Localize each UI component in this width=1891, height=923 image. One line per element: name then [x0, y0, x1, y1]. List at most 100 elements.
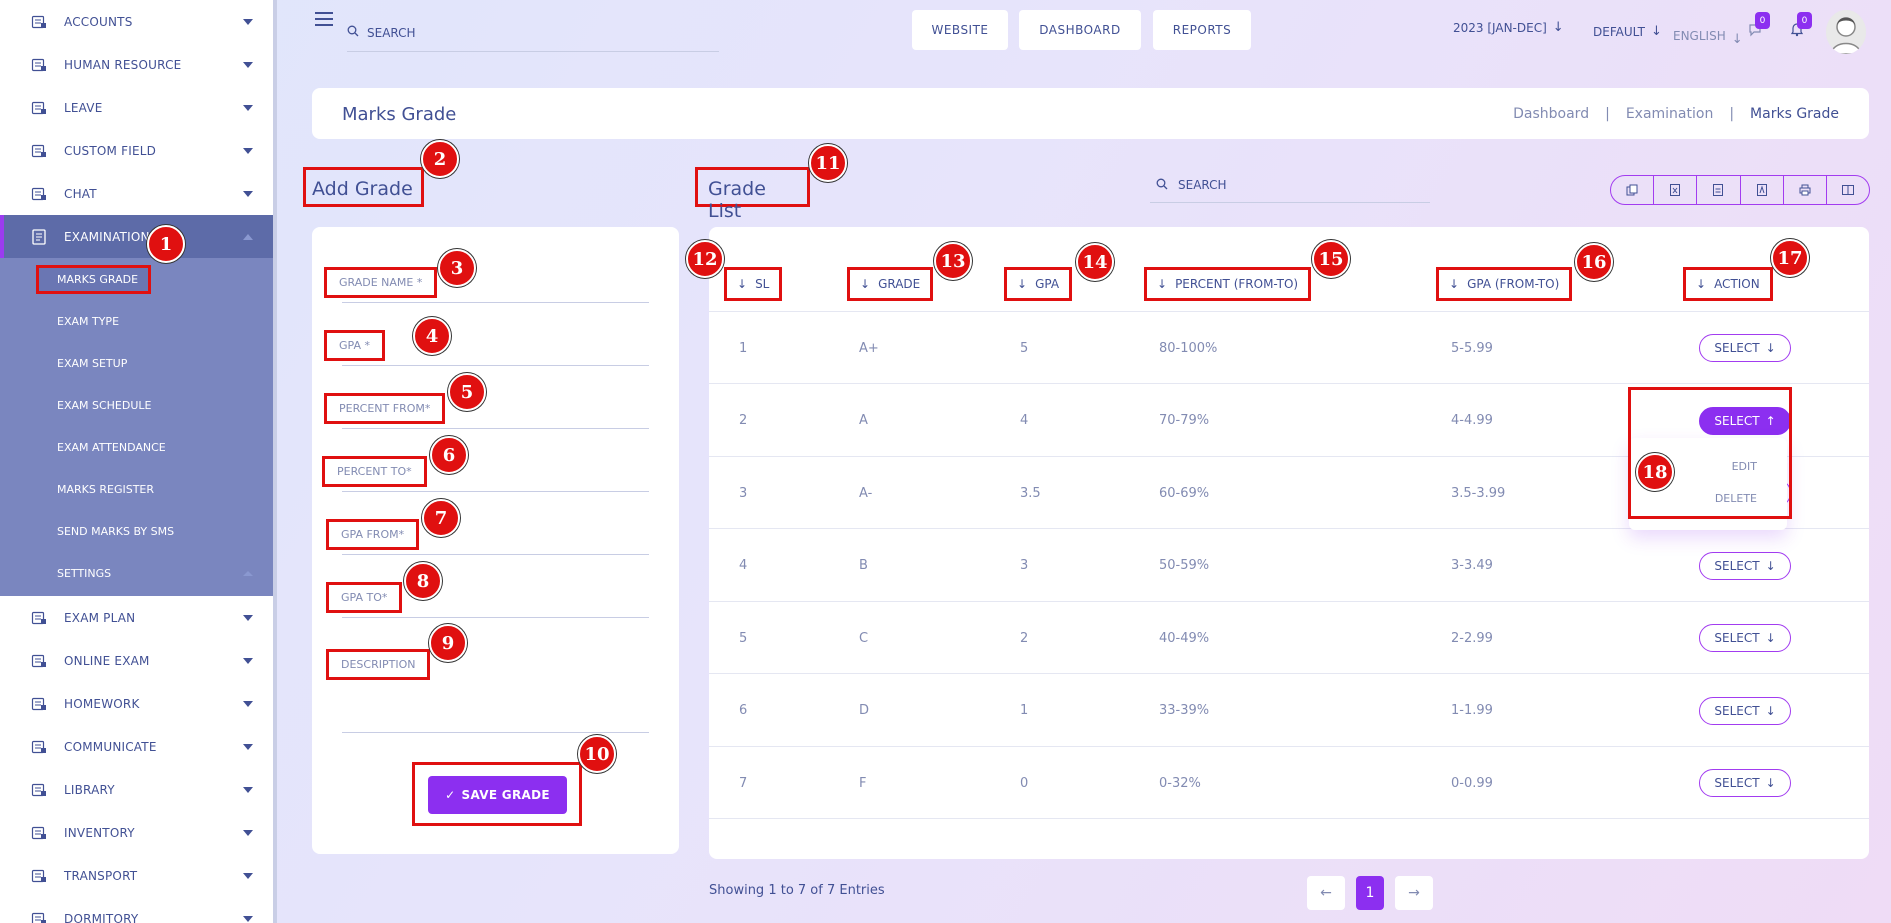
select-action-button[interactable]: SELECT ↓: [1699, 624, 1791, 652]
sidebar-item-library[interactable]: LIBRARY: [0, 768, 273, 811]
annotation-marker: 13: [934, 242, 972, 280]
column-gpa[interactable]: ↓ GPA: [1004, 267, 1073, 301]
reports-button[interactable]: REPORTS: [1153, 10, 1251, 50]
select-action-button[interactable]: SELECT ↓: [1699, 551, 1791, 580]
sidebar-item-dormitory[interactable]: DORMITORY: [0, 897, 273, 923]
breadcrumb-current: Marks Grade: [1750, 106, 1839, 122]
pdf-icon[interactable]: [1741, 176, 1784, 204]
prev-page-button[interactable]: ←: [1307, 876, 1345, 910]
select-action-button[interactable]: SELECT ↓: [1699, 696, 1791, 725]
next-page-button[interactable]: →: [1395, 876, 1433, 910]
save-grade-button[interactable]: ✓ SAVE GRADE: [428, 776, 567, 814]
sidebar-item-leave[interactable]: LEAVE: [0, 86, 273, 129]
language-select[interactable]: ENGLISH ↓: [1673, 24, 1743, 48]
sidebar-item-homework[interactable]: HOMEWORK: [0, 682, 273, 725]
submenu-item-exam-setup[interactable]: EXAM SETUP: [0, 342, 273, 384]
sidebar-item-accounts[interactable]: ACCOUNTS: [0, 0, 273, 43]
sidebar-item-chat[interactable]: CHAT: [0, 172, 273, 215]
sort-arrow-icon: ↓: [1017, 277, 1028, 291]
cell-grade: B: [859, 558, 868, 573]
columns-icon[interactable]: [1827, 176, 1869, 204]
cell-percent: 0-32%: [1159, 775, 1201, 791]
table-row: 1 A+ 5 80-100% 5-5.99 SELECT ↓: [709, 312, 1869, 384]
cell-gpa: 3: [1020, 558, 1029, 573]
column-label: GPA (FROM-TO): [1467, 277, 1560, 291]
gpa-from-field[interactable]: GPA FROM*: [326, 519, 649, 555]
submenu-item-exam-schedule[interactable]: EXAM SCHEDULE: [0, 384, 273, 426]
grade-name-field[interactable]: GRADE NAME *: [324, 267, 649, 303]
column-label: SL: [755, 277, 770, 291]
grade-name-label: GRADE NAME *: [324, 267, 438, 298]
sort-arrow-icon: ↓: [1449, 277, 1460, 291]
sidebar-item-inventory[interactable]: INVENTORY: [0, 811, 273, 854]
sidebar-item-communicate[interactable]: COMMUNICATE: [0, 725, 273, 768]
submenu-item-exam-type[interactable]: EXAM TYPE: [0, 300, 273, 342]
sidebar: ACCOUNTS HUMAN RESOURCE LEAVE CUSTOM FIELD C…: [0, 0, 277, 923]
page-1-button[interactable]: 1: [1356, 876, 1384, 910]
gpa-field[interactable]: GPA *: [324, 330, 649, 366]
column-label: GPA: [1035, 277, 1060, 291]
submenu-item-marks-register[interactable]: MARKS REGISTER: [0, 468, 273, 510]
sidebar-item-custom-field[interactable]: CUSTOM FIELD: [0, 129, 273, 172]
sidebar-item-exam-plan[interactable]: EXAM PLAN: [0, 596, 273, 639]
cell-gpa: 0: [1020, 775, 1029, 791]
column-action[interactable]: ↓ ACTION: [1683, 267, 1773, 301]
cell-sl: 1: [739, 340, 748, 356]
print-icon[interactable]: [1784, 176, 1827, 204]
column-grade[interactable]: ↓ GRADE: [847, 267, 934, 301]
description-field[interactable]: DESCRIPTION: [326, 647, 649, 733]
excel-icon[interactable]: [1654, 176, 1698, 204]
column-percent[interactable]: ↓ PERCENT (FROM-TO): [1144, 267, 1312, 301]
examination-submenu: MARKS GRADE EXAM TYPE EXAM SETUP EXAM SCHED…: [0, 258, 273, 596]
search-placeholder: SEARCH: [367, 25, 416, 40]
submenu-item-label: EXAM ATTENDANCE: [57, 440, 166, 454]
theme-select[interactable]: DEFAULT ↓: [1593, 24, 1662, 39]
dashboard-button[interactable]: DASHBOARD: [1019, 10, 1141, 50]
top-search-input[interactable]: SEARCH: [347, 14, 719, 52]
submenu-item-send-marks-by-sms[interactable]: SEND MARKS BY SMS: [0, 510, 273, 552]
annotation-marker: 4: [413, 317, 451, 355]
annotation-marker: 6: [430, 436, 468, 474]
human-resource-icon: [30, 57, 48, 73]
chevron-down-icon: [243, 657, 253, 664]
cell-grade: D: [859, 703, 870, 718]
submenu-item-exam-attendance[interactable]: EXAM ATTENDANCE: [0, 426, 273, 468]
percent-from-field[interactable]: PERCENT FROM*: [324, 393, 649, 429]
cell-sl: 5: [739, 630, 748, 646]
breadcrumb-dashboard[interactable]: Dashboard: [1513, 106, 1589, 122]
grade-list-search-input[interactable]: SEARCH: [1150, 168, 1430, 203]
top-bar: SEARCH WEBSITE DASHBOARD REPORTS 2023 [J…: [277, 0, 1891, 60]
avatar[interactable]: [1826, 10, 1866, 54]
breadcrumb-examination[interactable]: Examination: [1626, 106, 1714, 122]
cell-gpa: 3.5: [1020, 485, 1041, 501]
sidebar-item-transport[interactable]: TRANSPORT: [0, 854, 273, 897]
sidebar-item-examination[interactable]: EXAMINATION: [0, 215, 273, 258]
sidebar-item-label: ACCOUNTS: [64, 14, 133, 29]
select-action-button[interactable]: SELECT ↓: [1699, 334, 1791, 362]
sidebar-item-human-resource[interactable]: HUMAN RESOURCE: [0, 43, 273, 86]
submenu-item-marks-grade[interactable]: MARKS GRADE: [0, 258, 273, 300]
submenu-item-settings[interactable]: SETTINGS: [0, 552, 273, 594]
arrow-down-icon: ↓: [1765, 341, 1776, 355]
annotation-marker: 17: [1771, 239, 1809, 277]
copy-icon[interactable]: [1611, 176, 1655, 204]
column-sl[interactable]: ↓ SL: [724, 267, 783, 301]
hamburger-menu-icon[interactable]: [315, 12, 333, 26]
csv-icon[interactable]: [1697, 176, 1741, 204]
column-gpa-range[interactable]: ↓ GPA (FROM-TO): [1436, 267, 1573, 301]
sidebar-item-online-exam[interactable]: ONLINE EXAM: [0, 639, 273, 682]
arrow-down-icon: ↓: [1765, 558, 1776, 573]
select-action-button[interactable]: SELECT ↓: [1699, 769, 1791, 797]
annotation-marker: 10: [578, 735, 616, 773]
chevron-up-icon: [243, 570, 253, 576]
cell-gpa-range: 1-1.99: [1451, 703, 1493, 718]
website-button[interactable]: WEBSITE: [912, 10, 1008, 50]
accounts-icon: [30, 14, 48, 30]
export-toolbar: [1610, 175, 1870, 205]
cell-sl: 3: [739, 485, 748, 501]
cell-percent: 40-49%: [1159, 630, 1210, 646]
annotation-marker: 7: [422, 499, 460, 537]
percent-to-field[interactable]: PERCENT TO*: [322, 456, 649, 492]
session-select[interactable]: 2023 [JAN-DEC] ↓: [1453, 20, 1564, 35]
gpa-to-field[interactable]: GPA TO*: [326, 582, 649, 618]
